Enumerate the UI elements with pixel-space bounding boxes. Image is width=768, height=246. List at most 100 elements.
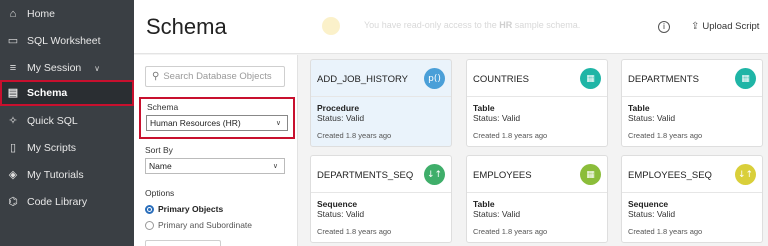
- object-status: Status: Valid: [317, 113, 365, 123]
- card-divider: [622, 96, 762, 97]
- filter-panel: ⚲ Schema Human Resources (HR) ∨ Sort By …: [134, 55, 298, 246]
- object-card-countries[interactable]: COUNTRIES ▦ Table Status: Valid Created …: [466, 59, 608, 147]
- object-created: Created 1.8 years ago: [473, 227, 548, 236]
- object-name: EMPLOYEES_SEQ: [628, 170, 712, 181]
- sidebar: ⌂ Home ▭ SQL Worksheet ≡ My Session ∨ ▤ …: [0, 0, 134, 246]
- schema-select-value: Human Resources (HR): [150, 118, 241, 128]
- object-created: Created 1.8 years ago: [473, 131, 548, 140]
- sidebar-item-my-tutorials[interactable]: ◈ My Tutorials: [0, 162, 134, 188]
- object-created: Created 1.8 years ago: [317, 131, 392, 140]
- schema-label: Schema: [147, 102, 179, 112]
- document-icon: ▯: [9, 142, 17, 154]
- object-name: DEPARTMENTS_SEQ: [317, 170, 414, 181]
- sidebar-item-schema[interactable]: ▤ Schema: [0, 80, 134, 106]
- object-created: Created 1.8 years ago: [317, 227, 392, 236]
- radio-unchecked-icon: [145, 220, 154, 230]
- upload-script-button[interactable]: ⇪ Upload Script: [691, 21, 759, 32]
- sidebar-item-home[interactable]: ⌂ Home: [0, 1, 134, 27]
- sort-by-select[interactable]: Name ∨: [145, 158, 285, 174]
- notice-prefix: You have read-only access to the: [364, 20, 500, 30]
- info-circle-icon: [322, 17, 340, 35]
- page-header: Schema You have read-only access to the …: [134, 0, 768, 54]
- sidebar-item-quick-sql[interactable]: ✧ Quick SQL: [0, 108, 134, 134]
- object-created: Created 1.8 years ago: [628, 131, 703, 140]
- object-card-departments-seq[interactable]: DEPARTMENTS_SEQ ↓↑ Sequence Status: Vali…: [310, 155, 452, 243]
- sort-by-value: Name: [149, 161, 172, 171]
- upload-icon: ⇪: [691, 21, 700, 32]
- table-icon: ▦: [580, 68, 601, 89]
- help-icon[interactable]: i: [658, 21, 670, 33]
- sidebar-item-label: My Session: [27, 62, 82, 74]
- object-status: Status: Valid: [473, 209, 521, 219]
- chevron-down-icon: ∨: [272, 163, 278, 170]
- search-icon: ⚲: [152, 71, 160, 82]
- object-name: COUNTRIES: [473, 74, 529, 85]
- card-divider: [467, 192, 607, 193]
- object-type: Sequence: [628, 199, 669, 209]
- table-icon: ▦: [735, 68, 756, 89]
- object-type: Table: [473, 199, 495, 209]
- object-status: Status: Valid: [628, 209, 676, 219]
- sequence-icon: ↓↑: [424, 164, 445, 185]
- terminal-icon: ▭: [7, 35, 19, 47]
- chevron-down-icon: ∨: [275, 120, 281, 127]
- object-card-departments[interactable]: DEPARTMENTS ▦ Table Status: Valid Create…: [621, 59, 763, 147]
- chevron-down-icon: ∨: [94, 63, 100, 73]
- sidebar-item-label: Schema: [27, 87, 68, 99]
- object-created: Created 1.8 years ago: [628, 227, 703, 236]
- table-icon: ▦: [580, 164, 601, 185]
- primary-and-subordinate-radio[interactable]: Primary and Subordinate: [145, 220, 252, 230]
- radio-label: Primary and Subordinate: [158, 220, 253, 230]
- sort-by-label: Sort By: [145, 145, 173, 155]
- menu-icon: ≡: [9, 62, 17, 74]
- object-name: DEPARTMENTS: [628, 74, 699, 85]
- sidebar-item-code-library[interactable]: ⌬ Code Library: [0, 189, 134, 215]
- upload-script-label: Upload Script: [702, 21, 760, 32]
- object-card-employees-seq[interactable]: EMPLOYEES_SEQ ↓↑ Sequence Status: Valid …: [621, 155, 763, 243]
- object-type: Table: [473, 103, 495, 113]
- search-box: ⚲: [145, 66, 285, 87]
- sidebar-item-label: Home: [27, 8, 56, 20]
- search-input[interactable]: [163, 71, 282, 82]
- radio-label: Primary Objects: [158, 204, 224, 214]
- object-card-add-job-history[interactable]: ADD_JOB_HISTORY p() Procedure Status: Va…: [310, 59, 452, 147]
- sidebar-item-label: My Tutorials: [27, 169, 84, 181]
- wand-icon: ✧: [8, 115, 18, 127]
- object-status: Status: Valid: [628, 113, 676, 123]
- home-icon: ⌂: [9, 8, 17, 20]
- object-type: Sequence: [317, 199, 358, 209]
- sidebar-item-label: Quick SQL: [27, 115, 78, 127]
- schema-filter-group: Schema Human Resources (HR) ∨: [139, 97, 295, 139]
- procedure-icon: p(): [424, 68, 445, 89]
- sidebar-item-label: SQL Worksheet: [27, 35, 101, 47]
- card-divider: [311, 96, 451, 97]
- read-only-notice: You have read-only access to the HR samp…: [364, 20, 580, 30]
- object-card-employees[interactable]: EMPLOYEES ▦ Table Status: Valid Created …: [466, 155, 608, 243]
- graduation-cap-icon: ◈: [8, 169, 18, 181]
- sidebar-item-my-scripts[interactable]: ▯ My Scripts: [0, 135, 134, 161]
- object-name: EMPLOYEES: [473, 170, 532, 181]
- object-status: Status: Valid: [473, 113, 521, 123]
- sequence-icon: ↓↑: [735, 164, 756, 185]
- database-icon: ▤: [7, 87, 19, 99]
- object-name: ADD_JOB_HISTORY: [317, 74, 408, 85]
- notice-schema: HR: [499, 20, 513, 30]
- sidebar-item-label: Code Library: [27, 196, 88, 208]
- notice-suffix: sample schema.: [512, 20, 581, 30]
- card-divider: [311, 192, 451, 193]
- schema-select[interactable]: Human Resources (HR) ∨: [146, 115, 288, 131]
- object-type: Table: [628, 103, 650, 113]
- card-divider: [467, 96, 607, 97]
- object-type: Procedure: [317, 103, 360, 113]
- library-icon: ⌬: [8, 196, 18, 208]
- filter-action-button[interactable]: [145, 240, 221, 246]
- object-status: Status: Valid: [317, 209, 365, 219]
- options-label: Options: [145, 188, 175, 198]
- sidebar-item-my-session[interactable]: ≡ My Session ∨: [0, 55, 134, 81]
- sidebar-item-label: My Scripts: [27, 142, 77, 154]
- radio-checked-icon: [145, 204, 154, 214]
- card-divider: [622, 192, 762, 193]
- sidebar-item-sql-worksheet[interactable]: ▭ SQL Worksheet: [0, 28, 134, 54]
- primary-objects-radio[interactable]: Primary Objects: [145, 204, 223, 214]
- page-title: Schema: [146, 14, 227, 39]
